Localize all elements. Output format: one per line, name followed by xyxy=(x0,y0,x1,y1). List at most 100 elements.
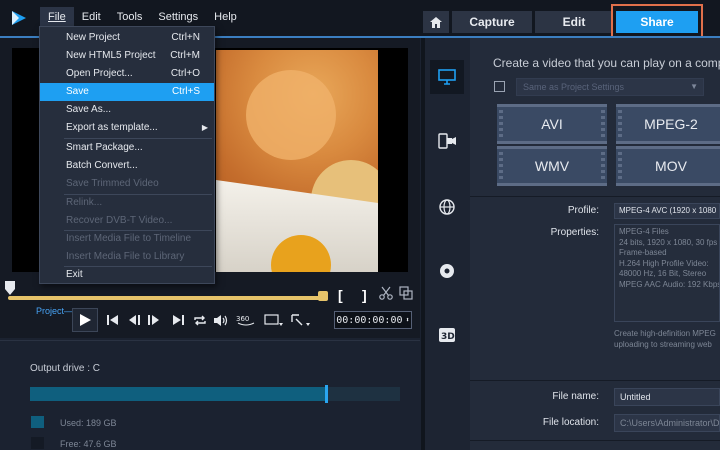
app-logo-icon xyxy=(12,11,26,25)
timecode-value: 00:00:00:00 xyxy=(336,314,403,326)
skip-end-icon xyxy=(172,315,184,325)
video-preview-image xyxy=(216,50,378,272)
menu-item-export-template[interactable]: Export as template... ▶ xyxy=(40,119,214,137)
trim-end-handle[interactable] xyxy=(318,291,328,301)
home-icon xyxy=(430,16,442,28)
project-mode-label[interactable]: Project— xyxy=(36,306,73,316)
home-start-button[interactable] xyxy=(104,312,120,328)
menu-item-new-html5-project[interactable]: New HTML5 Project Ctrl+M xyxy=(40,47,214,65)
scissors-icon[interactable] xyxy=(379,286,393,300)
play-button[interactable] xyxy=(72,308,98,332)
timecode-stepper-icon[interactable]: ⬍ xyxy=(406,316,410,324)
same-as-project-checkbox[interactable] xyxy=(494,81,505,92)
format-mpeg2-label: MPEG-2 xyxy=(644,116,698,132)
menu-item-label: Open Project... xyxy=(66,68,133,79)
volume-button[interactable] xyxy=(213,312,229,328)
device-category-button[interactable] xyxy=(430,124,464,158)
3d-category-button[interactable]: 3D xyxy=(430,318,464,352)
enlarge-preview-icon[interactable] xyxy=(399,286,413,300)
360-icon: 360 xyxy=(236,315,255,326)
format-avi-label: AVI xyxy=(541,116,563,132)
menu-item-open-project[interactable]: Open Project... Ctrl+O xyxy=(40,65,214,83)
home-button[interactable] xyxy=(423,11,449,33)
file-location-label: File location: xyxy=(542,417,599,428)
property-line: Frame-based xyxy=(619,248,667,257)
property-line: H.264 High Profile Video: xyxy=(619,258,709,268)
drive-usage-marker xyxy=(325,385,328,403)
menu-help[interactable]: Help xyxy=(206,7,245,27)
end-button[interactable] xyxy=(170,312,186,328)
device-icon xyxy=(438,133,456,149)
menu-item-label: Relink... xyxy=(66,197,103,208)
360-view-button[interactable]: 360 xyxy=(235,312,257,328)
menu-item-label: Batch Convert... xyxy=(66,160,138,171)
shortcut-label: Ctrl+M xyxy=(170,50,200,61)
aspect-ratio-button[interactable] xyxy=(263,312,285,328)
menu-item-label: New Project xyxy=(66,32,120,43)
repeat-button[interactable] xyxy=(192,312,208,328)
display-mode-icon xyxy=(291,314,310,326)
tab-capture[interactable]: Capture xyxy=(452,11,532,33)
scrubber-handle[interactable] xyxy=(5,281,15,295)
description-line: Create high-definition MPEG xyxy=(614,329,716,338)
trim-bar[interactable] xyxy=(8,296,326,300)
monitor-icon xyxy=(438,69,456,85)
mark-out-button[interactable]: ] xyxy=(362,287,367,303)
shortcut-label: Ctrl+O xyxy=(170,68,200,79)
menu-item-label: Save xyxy=(66,86,89,97)
share-category-sidebar: 3D xyxy=(425,38,470,450)
profile-dropdown[interactable]: MPEG-4 AVC (1920 x 1080 xyxy=(614,203,720,219)
section-separator xyxy=(470,440,720,441)
menu-item-label: Insert Media File to Timeline xyxy=(66,233,192,244)
menu-item-insert-library: Insert Media File to Library xyxy=(40,248,214,266)
format-mpeg2-button[interactable]: MPEG-2 xyxy=(616,104,720,144)
menu-item-batch-convert[interactable]: Batch Convert... xyxy=(40,157,214,175)
menu-item-save[interactable]: Save Ctrl+S xyxy=(40,83,214,101)
section-separator xyxy=(470,380,720,381)
mark-in-button[interactable]: [ xyxy=(338,287,343,303)
menu-item-save-as[interactable]: Save As... xyxy=(40,101,214,119)
menu-tools[interactable]: Tools xyxy=(109,7,151,27)
format-avi-button[interactable]: AVI xyxy=(497,104,607,144)
menu-item-label: New HTML5 Project xyxy=(66,50,156,61)
preset-dropdown-value: Same as Project Settings xyxy=(523,82,625,92)
menu-item-smart-package[interactable]: Smart Package... xyxy=(40,139,214,157)
file-name-input[interactable]: Untitled xyxy=(614,388,720,406)
web-category-button[interactable] xyxy=(430,190,464,224)
menu-item-label: Recover DVB-T Video... xyxy=(66,215,173,226)
menu-file[interactable]: File xyxy=(40,7,74,27)
aspect-ratio-icon xyxy=(264,314,283,326)
properties-label: Properties: xyxy=(550,227,599,238)
menu-item-save-trimmed-video: Save Trimmed Video xyxy=(40,175,214,193)
next-frame-button[interactable] xyxy=(146,312,162,328)
file-location-input[interactable]: C:\Users\Administrator\Docu xyxy=(614,414,720,432)
file-name-label: File name: xyxy=(552,391,599,402)
computer-category-button[interactable] xyxy=(430,60,464,94)
shortcut-label: Ctrl+N xyxy=(171,32,200,43)
format-mov-button[interactable]: MOV xyxy=(616,146,720,186)
display-mode-button[interactable] xyxy=(290,312,312,328)
format-wmv-button[interactable]: WMV xyxy=(497,146,607,186)
menu-item-exit[interactable]: Exit xyxy=(40,266,214,284)
timecode-display[interactable]: 00:00:00:00 ⬍ xyxy=(334,311,412,329)
previous-frame-button[interactable] xyxy=(126,312,142,328)
used-legend-swatch xyxy=(31,416,44,428)
repeat-icon xyxy=(194,315,206,325)
menu-item-insert-timeline: Insert Media File to Timeline xyxy=(40,230,214,248)
menu-item-new-project[interactable]: New Project Ctrl+N xyxy=(40,29,214,47)
menu-settings[interactable]: Settings xyxy=(150,7,206,27)
menu-item-relink: Relink... xyxy=(40,194,214,212)
chevron-down-icon: ▼ xyxy=(690,82,698,91)
disc-category-button[interactable] xyxy=(430,254,464,288)
preset-dropdown[interactable]: Same as Project Settings ▼ xyxy=(516,78,704,96)
project-mode-text: Project xyxy=(36,306,65,316)
tab-edit[interactable]: Edit xyxy=(535,11,613,33)
menu-edit[interactable]: Edit xyxy=(74,7,109,27)
menu-item-label: Smart Package... xyxy=(66,142,143,153)
property-line: MPEG AAC Audio: 192 Kbps xyxy=(619,279,720,289)
format-wmv-label: WMV xyxy=(534,158,570,174)
menu-item-label: Export as template... xyxy=(66,122,158,133)
output-drive-title: Output drive : C xyxy=(30,363,101,374)
property-line: 48000 Hz, 16 Bit, Stereo xyxy=(619,269,707,278)
properties-box: MPEG-4 Files 24 bits, 1920 x 1080, 30 fp… xyxy=(614,224,720,322)
